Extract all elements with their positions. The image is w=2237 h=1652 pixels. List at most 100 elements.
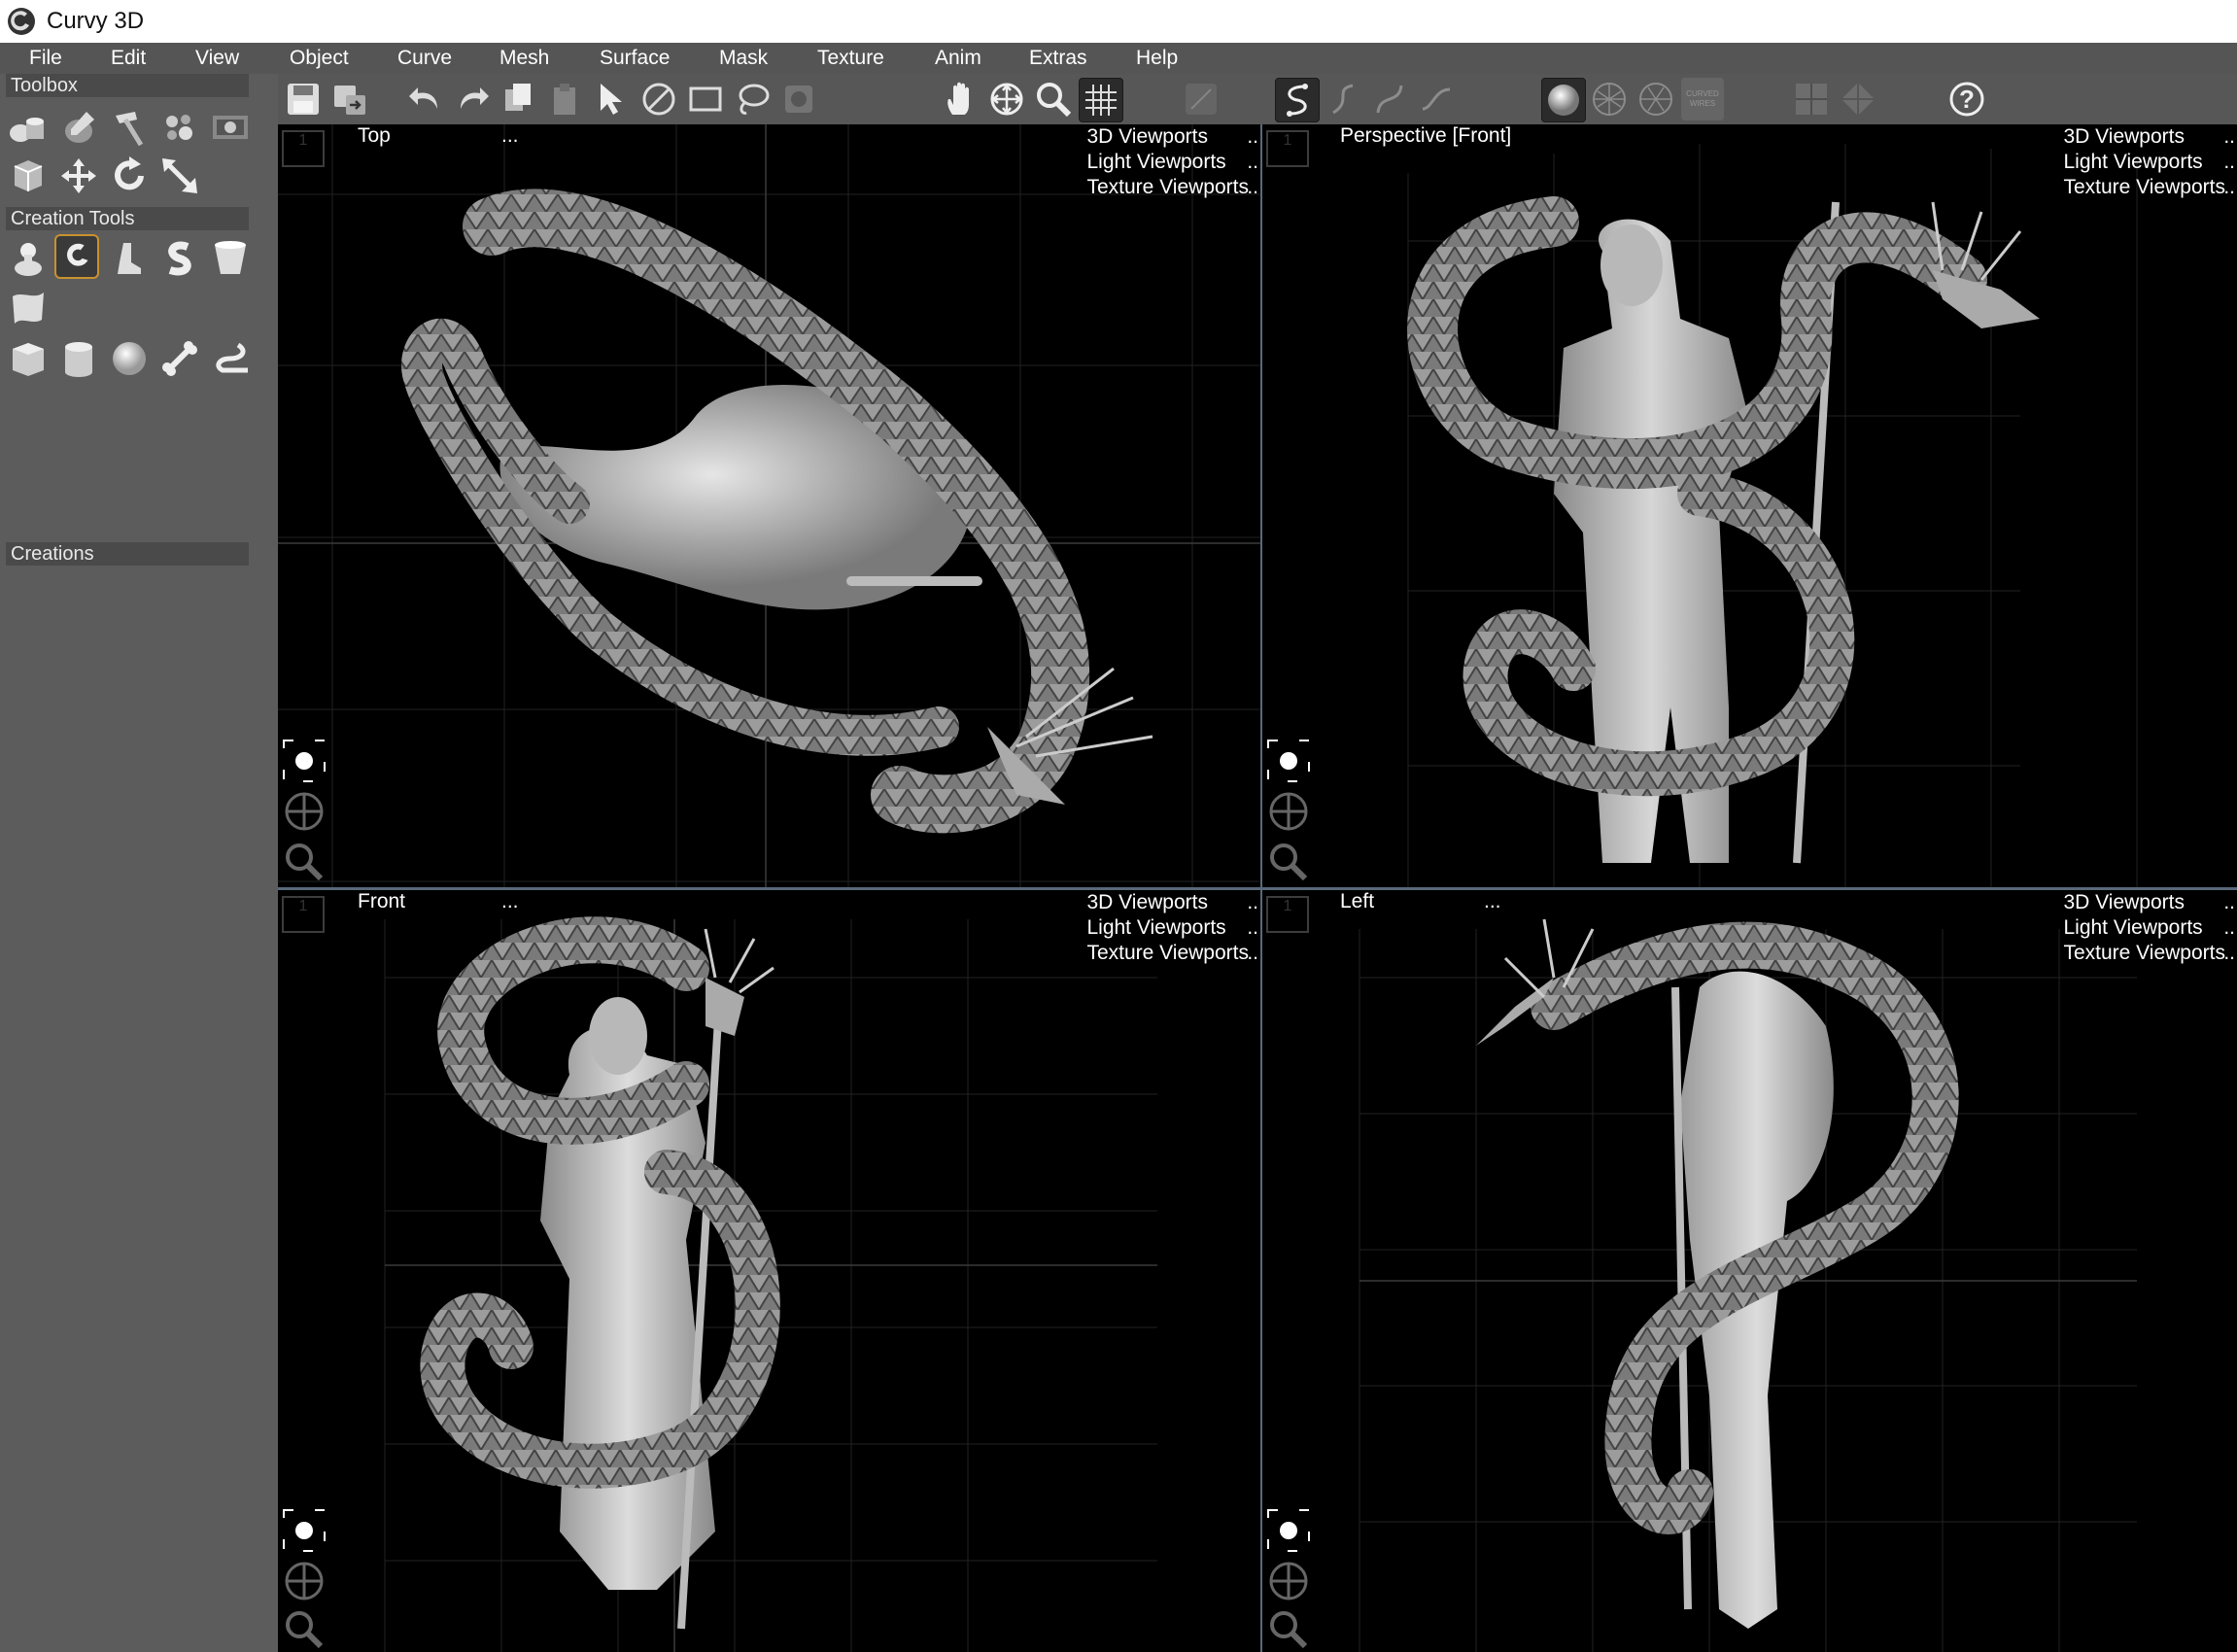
rotate-view-icon[interactable] xyxy=(1837,78,1879,120)
pan-control-icon[interactable] xyxy=(1266,789,1311,834)
viewport-label-left[interactable]: Left xyxy=(1340,890,1374,913)
zoom-control-icon[interactable] xyxy=(1266,840,1311,884)
sphere-icon[interactable] xyxy=(107,336,152,381)
wire-sphere-2-icon[interactable] xyxy=(1635,78,1677,120)
link-more-dots[interactable]: .. xyxy=(1247,941,1258,966)
primitives-icon[interactable] xyxy=(6,105,51,150)
viewport-number[interactable]: 1 xyxy=(282,130,325,167)
bone-icon[interactable] xyxy=(157,336,202,381)
lasso-icon[interactable] xyxy=(731,78,774,120)
redo-icon[interactable] xyxy=(451,78,494,120)
link-more-dots[interactable]: .. xyxy=(1247,150,1258,175)
curve-tool-2-icon[interactable] xyxy=(1322,78,1364,120)
menu-view[interactable]: View xyxy=(195,47,239,70)
curl-icon[interactable] xyxy=(54,234,99,279)
creations-header[interactable]: Creations xyxy=(6,542,249,566)
link-3d-viewports[interactable]: 3D Viewports.. xyxy=(2063,890,2235,915)
orbit-control-icon[interactable] xyxy=(1266,1508,1311,1553)
viewport-menu-dots[interactable]: ... xyxy=(501,890,519,913)
zoom-control-icon[interactable] xyxy=(282,1607,327,1652)
zoom-icon[interactable] xyxy=(1032,78,1075,120)
link-3d-viewports[interactable]: 3D Viewports.. xyxy=(1086,890,1258,915)
link-more-dots[interactable]: .. xyxy=(1247,175,1258,200)
menu-mask[interactable]: Mask xyxy=(719,47,768,70)
cloth-icon[interactable] xyxy=(6,286,51,330)
viewport-perspective[interactable]: 1 Perspective [Front] 3D Viewports.. Lig… xyxy=(1262,124,2237,887)
creation-tools-header[interactable]: Creation Tools xyxy=(6,207,249,230)
menu-surface[interactable]: Surface xyxy=(600,47,670,70)
sculpt-icon[interactable] xyxy=(56,105,101,150)
viewport-menu-dots[interactable]: ... xyxy=(1484,890,1501,913)
toolbox-header[interactable]: Toolbox xyxy=(6,74,249,97)
save-icon[interactable] xyxy=(282,78,325,120)
menu-edit[interactable]: Edit xyxy=(111,47,146,70)
link-more-dots[interactable]: .. xyxy=(2223,124,2235,150)
paste-icon[interactable] xyxy=(544,78,587,120)
link-light-viewports[interactable]: Light Viewports.. xyxy=(2063,150,2235,175)
pan-control-icon[interactable] xyxy=(282,789,327,834)
link-texture-viewports[interactable]: Texture Viewports.. xyxy=(1086,175,1258,200)
link-texture-viewports[interactable]: Texture Viewports.. xyxy=(2063,175,2235,200)
viewport-number[interactable]: 1 xyxy=(1266,896,1309,933)
mask-icon[interactable] xyxy=(777,78,820,120)
menu-file[interactable]: File xyxy=(29,47,62,70)
link-texture-viewports[interactable]: Texture Viewports.. xyxy=(1086,941,1258,966)
link-more-dots[interactable]: .. xyxy=(2223,941,2235,966)
menu-curve[interactable]: Curve xyxy=(397,47,452,70)
curve-tool-3-icon[interactable] xyxy=(1368,78,1411,120)
link-more-dots[interactable]: .. xyxy=(1247,124,1258,150)
box-icon[interactable] xyxy=(6,336,51,381)
menu-help[interactable]: Help xyxy=(1136,47,1178,70)
hammer-icon[interactable] xyxy=(107,105,152,150)
select-arrow-icon[interactable] xyxy=(591,78,634,120)
move-view-icon[interactable] xyxy=(985,78,1028,120)
link-more-dots[interactable]: .. xyxy=(2223,175,2235,200)
menu-mesh[interactable]: Mesh xyxy=(499,47,549,70)
link-more-dots[interactable]: .. xyxy=(2223,150,2235,175)
curve-tool-4-icon[interactable] xyxy=(1415,78,1458,120)
link-3d-viewports[interactable]: 3D Viewports.. xyxy=(2063,124,2235,150)
move-icon[interactable] xyxy=(56,154,101,198)
deselect-icon[interactable] xyxy=(637,78,680,120)
viewport-splitter-horizontal[interactable] xyxy=(278,887,2237,890)
link-more-dots[interactable]: .. xyxy=(2223,890,2235,915)
boot-icon[interactable] xyxy=(107,236,152,281)
blob-icon[interactable] xyxy=(6,236,51,281)
scale-icon[interactable] xyxy=(157,154,202,198)
orbit-control-icon[interactable] xyxy=(282,739,327,783)
cup-icon[interactable] xyxy=(208,236,253,281)
link-light-viewports[interactable]: Light Viewports.. xyxy=(1086,915,1258,941)
viewport-label-perspective[interactable]: Perspective [Front] xyxy=(1340,124,1511,148)
rect-select-icon[interactable] xyxy=(684,78,727,120)
orbit-control-icon[interactable] xyxy=(282,1508,327,1553)
link-light-viewports[interactable]: Light Viewports.. xyxy=(1086,150,1258,175)
curve-tool-icon[interactable] xyxy=(1275,78,1320,122)
menu-object[interactable]: Object xyxy=(290,47,349,70)
menu-extras[interactable]: Extras xyxy=(1029,47,1087,70)
export-icon[interactable] xyxy=(328,78,371,120)
viewport-number[interactable]: 1 xyxy=(282,896,325,933)
link-more-dots[interactable]: .. xyxy=(1247,890,1258,915)
pan-control-icon[interactable] xyxy=(1266,1559,1311,1603)
zoom-control-icon[interactable] xyxy=(1266,1607,1311,1652)
viewport-top[interactable]: 1 Top ... 3D Viewports.. Light Viewports… xyxy=(278,124,1260,887)
link-texture-viewports[interactable]: Texture Viewports.. xyxy=(2063,941,2235,966)
menu-texture[interactable]: Texture xyxy=(817,47,884,70)
undo-icon[interactable] xyxy=(404,78,447,120)
image-plane-icon[interactable] xyxy=(208,105,253,150)
quad-view-icon[interactable] xyxy=(1790,78,1833,120)
orbit-control-icon[interactable] xyxy=(1266,739,1311,783)
shaded-sphere-icon[interactable] xyxy=(1541,78,1586,122)
link-light-viewports[interactable]: Light Viewports.. xyxy=(2063,915,2235,941)
rotate-icon[interactable] xyxy=(107,154,152,198)
link-more-dots[interactable]: .. xyxy=(2223,915,2235,941)
zoom-control-icon[interactable] xyxy=(282,840,327,884)
snap-icon[interactable] xyxy=(1180,78,1222,120)
viewport-label-front[interactable]: Front xyxy=(358,890,405,913)
link-more-dots[interactable]: .. xyxy=(1247,915,1258,941)
grid-icon[interactable] xyxy=(1079,78,1123,122)
viewport-front[interactable]: 1 Front ... 3D Viewports.. Light Viewpor… xyxy=(278,890,1260,1652)
menu-anim[interactable]: Anim xyxy=(935,47,981,70)
bubbles-icon[interactable] xyxy=(157,105,202,150)
viewport-menu-dots[interactable]: ... xyxy=(501,124,519,148)
